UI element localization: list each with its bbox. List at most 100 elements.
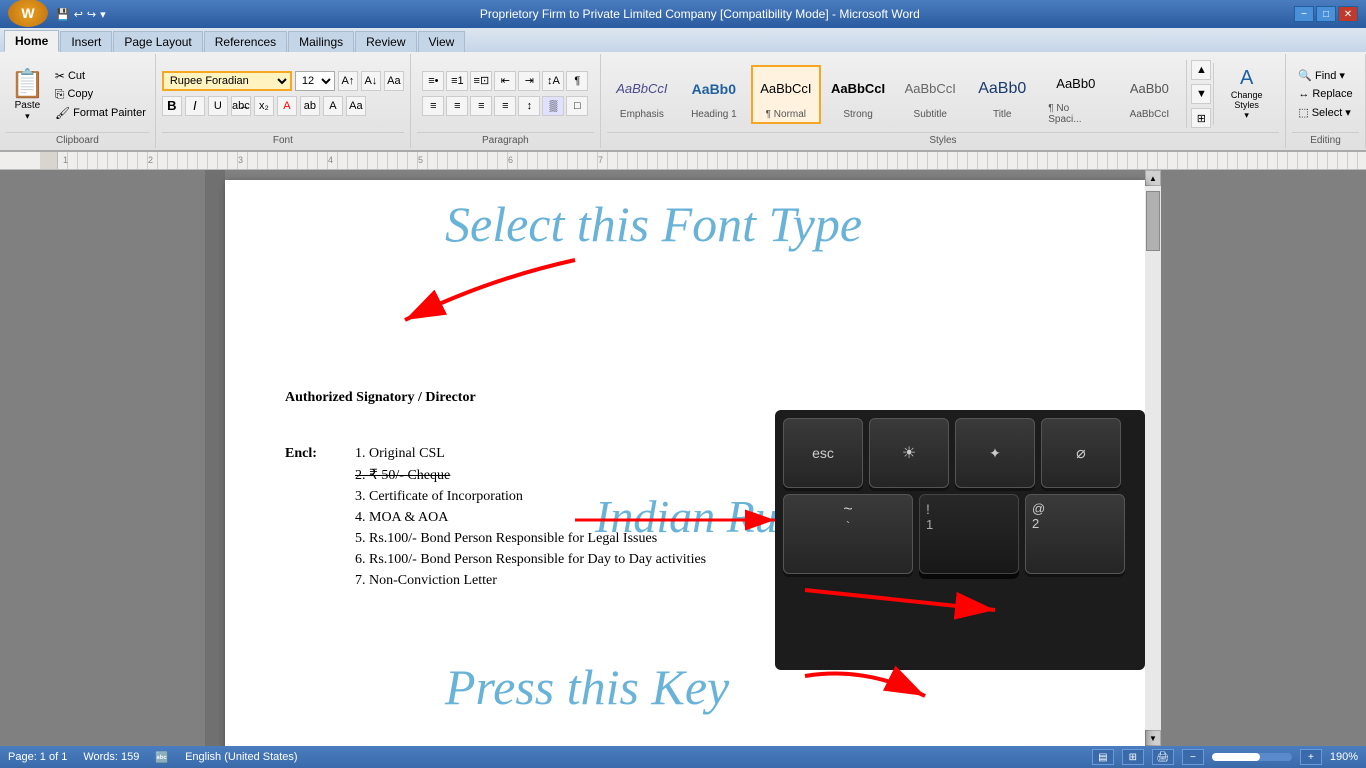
- font-name-select[interactable]: Rupee Foradian: [162, 71, 292, 91]
- scrollbar-thumb[interactable]: [1146, 191, 1160, 251]
- document-page[interactable]: Select this Font Type Authorized Signato…: [225, 180, 1145, 746]
- font-name-row: Rupee Foradian 12 A↑ A↓ Aa: [162, 71, 404, 91]
- decrease-indent-button[interactable]: ⇤: [494, 71, 516, 91]
- view-print-button[interactable]: 🖨: [1152, 749, 1174, 765]
- style-title[interactable]: AaBb0 Title: [967, 66, 1037, 123]
- key-brightness-down: ✦: [955, 418, 1035, 488]
- replace-button[interactable]: ↔ Replace: [1294, 86, 1356, 102]
- shading-button[interactable]: ▒: [542, 96, 564, 116]
- show-marks-button[interactable]: ¶: [566, 71, 588, 91]
- tab-home[interactable]: Home: [4, 30, 59, 52]
- keyboard-image: esc ☀ ✦ ⌀ ~ ` ! 1 @ 2: [775, 410, 1145, 670]
- find-button[interactable]: 🔍 Find ▾: [1294, 67, 1356, 84]
- style-subtitle[interactable]: AaBbCcI Subtitle: [895, 66, 965, 123]
- paste-button[interactable]: 📋 Paste ▾: [6, 65, 49, 124]
- font-color-button[interactable]: A: [277, 96, 297, 116]
- select-dropdown[interactable]: ▾: [1345, 106, 1351, 119]
- tab-insert[interactable]: Insert: [60, 31, 112, 52]
- zoom-slider[interactable]: [1212, 753, 1292, 761]
- highlight-button[interactable]: ab: [300, 96, 320, 116]
- cut-icon: ✂: [55, 69, 65, 83]
- style-aabbcci[interactable]: AaBb0 AaBbCcI: [1114, 66, 1184, 123]
- style-emphasis-label: Emphasis: [620, 109, 664, 120]
- bold-button[interactable]: B: [162, 96, 182, 116]
- align-right-button[interactable]: ≡: [470, 96, 492, 116]
- increase-indent-button[interactable]: ⇥: [518, 71, 540, 91]
- subscript-button[interactable]: x₂: [254, 96, 274, 116]
- change-styles-button[interactable]: A Change Styles ▾: [1213, 63, 1279, 125]
- style-strong[interactable]: AaBbCcI Strong: [823, 66, 893, 123]
- align-justify-button[interactable]: ≡: [494, 96, 516, 116]
- number-list-button[interactable]: ≡1: [446, 71, 468, 91]
- quick-access-save[interactable]: 💾: [56, 8, 70, 21]
- copy-button[interactable]: ⎘ Copy: [52, 86, 149, 103]
- change-case-button[interactable]: Aa: [346, 96, 366, 116]
- key-at: @ 2: [1025, 494, 1125, 574]
- style-no-spacing-preview: AaBb0: [1056, 63, 1095, 103]
- style-heading1-label: Heading 1: [691, 109, 737, 120]
- horizontal-ruler: 1 2 3 4 5 6 7: [0, 152, 1366, 170]
- paste-dropdown[interactable]: ▾: [25, 111, 30, 122]
- scrollbar-down-button[interactable]: ▼: [1145, 730, 1161, 746]
- view-normal-button[interactable]: ▤: [1092, 749, 1114, 765]
- line-spacing-button[interactable]: ↕: [518, 96, 540, 116]
- select-button[interactable]: ⬚ Select ▾: [1294, 104, 1356, 121]
- office-button[interactable]: W: [8, 0, 48, 27]
- title-bar: W 💾 ↩ ↪ ▾ Proprietory Firm to Private Li…: [0, 0, 1366, 28]
- align-center-button[interactable]: ≡: [446, 96, 468, 116]
- style-emphasis-preview: AaBbCcI: [616, 69, 667, 109]
- align-left-button[interactable]: ≡: [422, 96, 444, 116]
- style-emphasis[interactable]: AaBbCcI Emphasis: [607, 66, 677, 123]
- list-item-5: 5. Rs.100/- Bond Person Responsible for …: [355, 531, 706, 547]
- cut-button[interactable]: ✂ Cut: [52, 68, 149, 84]
- quick-access-undo[interactable]: ↩: [74, 8, 83, 21]
- style-heading1[interactable]: AaBb0 Heading 1: [679, 66, 749, 123]
- italic-button[interactable]: I: [185, 96, 205, 116]
- editing-label: Editing: [1292, 132, 1359, 146]
- scrollbar-up-button[interactable]: ▲: [1145, 170, 1161, 186]
- styles-content: AaBbCcI Emphasis AaBb0 Heading 1 AaBbCcI…: [607, 56, 1279, 132]
- tab-review[interactable]: Review: [355, 31, 416, 52]
- styles-expand[interactable]: ⊞: [1191, 108, 1211, 128]
- styles-scroll-up[interactable]: ▲: [1191, 60, 1211, 80]
- close-button[interactable]: ✕: [1338, 6, 1358, 22]
- tab-references[interactable]: References: [204, 31, 287, 52]
- keyboard-second-row: ~ ` ! 1 @ 2: [783, 494, 1137, 574]
- maximize-button[interactable]: □: [1316, 6, 1336, 22]
- style-no-spacing[interactable]: AaBb0 ¶ No Spaci...: [1039, 60, 1112, 128]
- list-item-7: 7. Non-Conviction Letter: [355, 573, 706, 589]
- increase-font-button[interactable]: A↑: [338, 71, 358, 91]
- clear-format-button[interactable]: Aa: [384, 71, 404, 91]
- minimize-button[interactable]: −: [1294, 6, 1314, 22]
- select-label: Select: [1312, 107, 1343, 119]
- multilevel-list-button[interactable]: ≡⊡: [470, 71, 492, 91]
- encl-list: 1. Original CSL 2. ₹ 50/- Cheque 3. Cert…: [355, 446, 706, 594]
- select-font-annotation: Select this Font Type: [445, 195, 862, 253]
- bullet-list-button[interactable]: ≡•: [422, 71, 444, 91]
- change-styles-dropdown[interactable]: ▾: [1244, 110, 1249, 121]
- zoom-in-button[interactable]: +: [1300, 749, 1322, 765]
- tab-page-layout[interactable]: Page Layout: [113, 31, 202, 52]
- style-normal[interactable]: AaBbCcI ¶ Normal: [751, 65, 821, 124]
- zoom-out-button[interactable]: −: [1182, 749, 1204, 765]
- tab-mailings[interactable]: Mailings: [288, 31, 354, 52]
- find-dropdown[interactable]: ▾: [1339, 69, 1345, 82]
- font-size-select[interactable]: 12: [295, 71, 335, 91]
- sort-button[interactable]: ↕A: [542, 71, 564, 91]
- borders-button[interactable]: □: [566, 96, 588, 116]
- view-web-button[interactable]: ⊞: [1122, 749, 1144, 765]
- styles-scroll-down[interactable]: ▼: [1191, 84, 1211, 104]
- decrease-font-button[interactable]: A↓: [361, 71, 381, 91]
- status-left: Page: 1 of 1 Words: 159 🔤 English (Unite…: [8, 751, 298, 764]
- format-painter-button[interactable]: 🖌 Format Painter: [52, 105, 149, 121]
- tab-view[interactable]: View: [418, 31, 466, 52]
- underline-button[interactable]: U: [208, 96, 228, 116]
- spell-check-icon[interactable]: 🔤: [155, 751, 169, 764]
- quick-access-redo[interactable]: ↪: [87, 8, 96, 21]
- text-effects-button[interactable]: A: [323, 96, 343, 116]
- change-styles-label: Change Styles: [1218, 90, 1275, 110]
- change-styles-icon: A: [1240, 67, 1253, 90]
- language-indicator[interactable]: English (United States): [185, 751, 298, 764]
- strikethrough-button[interactable]: ab̶c: [231, 96, 251, 116]
- press-key-annotation: Press this Key: [445, 658, 729, 716]
